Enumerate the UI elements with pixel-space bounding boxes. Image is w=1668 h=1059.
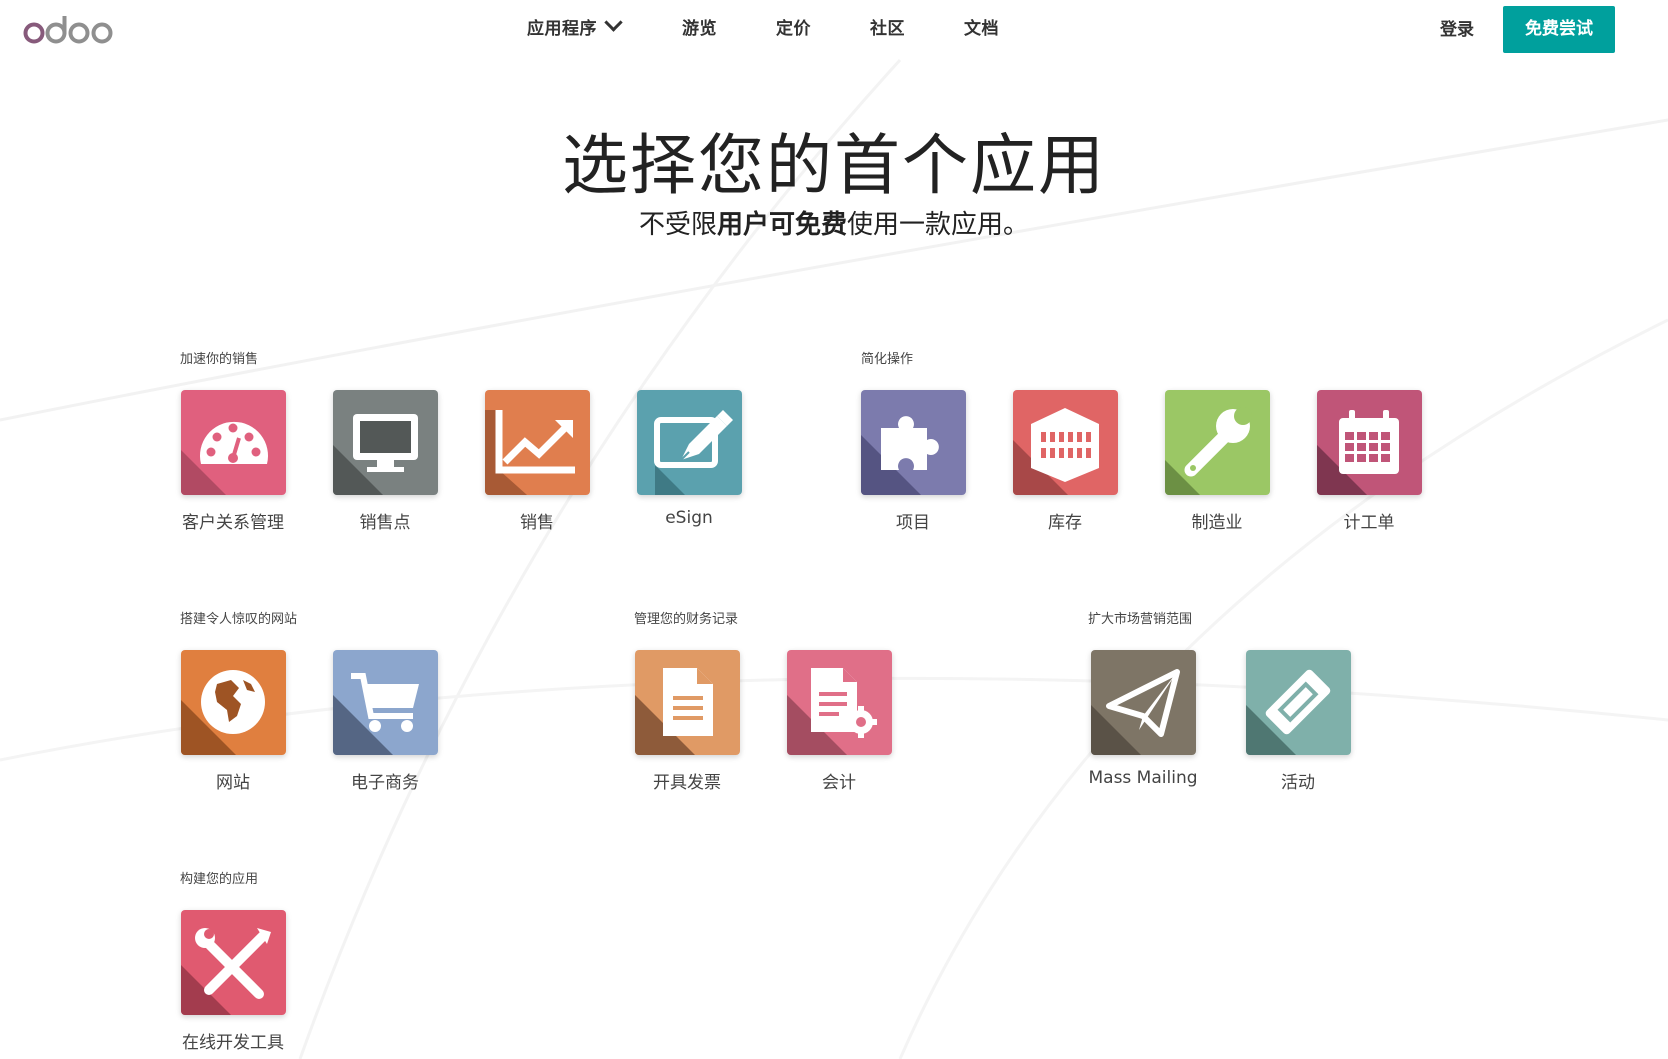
sign-pen-icon [636,390,742,495]
paper-plane-icon [1090,650,1196,755]
app-label: 计工单 [1343,513,1395,533]
page-subtitle: 不受限用户可免费使用一款应用。 [0,204,1668,241]
free-trial-button[interactable]: 免费尝试 [1503,6,1615,53]
app-tile [332,650,438,755]
accounting-icon [786,650,892,755]
app-tile [1090,650,1196,755]
app-invoicing[interactable]: 开具发票 [617,650,757,793]
app-label: 客户关系管理 [182,513,284,533]
app-label: 库存 [1048,513,1082,533]
section-label-website: 搭建令人惊叹的网站 [180,612,298,627]
app-tile [860,390,966,495]
app-tile [180,390,286,495]
app-inventory[interactable]: 库存 [995,390,1135,533]
app-tile [180,650,286,755]
cart-icon [332,650,438,755]
invoice-icon [634,650,740,755]
app-tile [636,390,742,495]
app-tile [1316,390,1422,495]
app-tile [180,910,286,1015]
wrench-icon [1164,390,1270,495]
app-website[interactable]: 网站 [163,650,303,793]
section-label-build: 构建您的应用 [180,872,259,887]
tools-icon [180,910,286,1015]
nav-apps[interactable]: 应用程序 [527,13,623,39]
app-label: 销售 [520,513,554,533]
app-label: Mass Mailing [1088,768,1198,788]
app-project[interactable]: 项目 [843,390,983,533]
app-mass-mailing[interactable]: Mass Mailing [1073,650,1213,788]
app-tile [1245,650,1351,755]
ticket-icon [1245,650,1351,755]
section-label-operations: 简化操作 [861,352,914,367]
login-link[interactable]: 登录 [1440,15,1474,40]
section-label-finance: 管理您的财务记录 [634,612,739,627]
app-events[interactable]: 活动 [1228,650,1368,793]
app-label: eSign [665,508,713,528]
app-crm[interactable]: 客户关系管理 [163,390,303,533]
gauge-icon [180,390,286,495]
subtitle-bold: 用户可免费 [716,210,847,240]
nav-tour[interactable]: 游览 [682,14,717,39]
section-label-marketing: 扩大市场营销范围 [1088,612,1193,627]
app-tile [1012,390,1118,495]
app-tile [786,650,892,755]
app-ecommerce[interactable]: 电子商务 [315,650,455,793]
app-label: 活动 [1281,773,1315,793]
nav-community[interactable]: 社区 [870,14,905,39]
chevron-down-icon [604,13,623,32]
app-tile [332,390,438,495]
app-label: 会计 [822,773,856,793]
app-sales[interactable]: 销售 [467,390,607,533]
warehouse-icon [1012,390,1118,495]
section-label-sales: 加速你的销售 [180,352,259,367]
top-navigation: 应用程序 游览 定价 社区 文档 登录 免费尝试 [0,0,1668,64]
monitor-icon [332,390,438,495]
globe-icon [180,650,286,755]
subtitle-post: 使用一款应用。 [847,210,1030,240]
puzzle-icon [860,390,966,495]
app-esign[interactable]: eSign [619,390,759,528]
app-label: 销售点 [359,513,411,533]
app-label: 电子商务 [351,773,419,793]
app-tile [484,390,590,495]
app-studio[interactable]: 在线开发工具 [163,910,303,1053]
app-pos[interactable]: 销售点 [315,390,455,533]
chart-line-icon [484,390,590,495]
calendar-icon [1316,390,1422,495]
app-tile [634,650,740,755]
app-label: 网站 [216,773,250,793]
app-accounting[interactable]: 会计 [769,650,909,793]
page-title: 选择您的首个应用 [562,127,1106,204]
app-label: 开具发票 [653,773,721,793]
app-label: 制造业 [1191,513,1243,533]
nav-pricing[interactable]: 定价 [776,14,811,39]
app-label: 项目 [896,513,930,533]
app-tile [1164,390,1270,495]
odoo-logo[interactable] [22,12,114,46]
nav-apps-label: 应用程序 [527,19,597,39]
app-workorders[interactable]: 计工单 [1299,390,1439,533]
subtitle-pre: 不受限 [638,210,717,240]
app-manufacturing[interactable]: 制造业 [1147,390,1287,533]
nav-docs[interactable]: 文档 [964,14,999,39]
app-label: 在线开发工具 [182,1033,284,1053]
